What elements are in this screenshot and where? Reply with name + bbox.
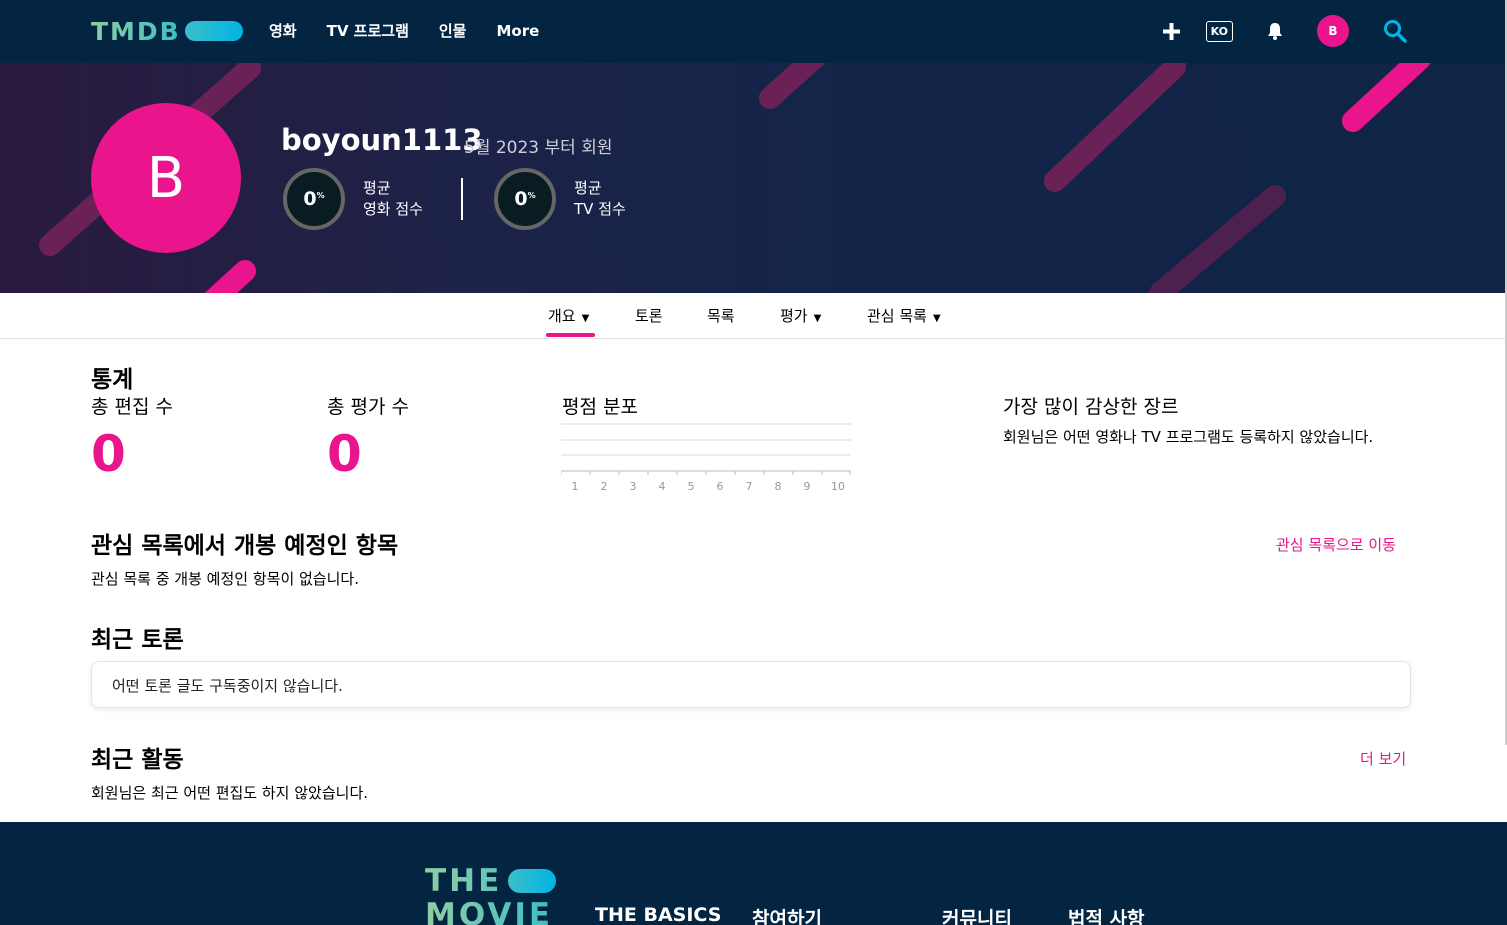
tab-lists-label: 목록 xyxy=(707,307,735,325)
profile-username: boyoun1113 xyxy=(281,123,483,157)
top-navbar: TMDB 영화 TV 프로그램 인물 More KO B xyxy=(0,0,1507,63)
profile-avatar[interactable]: B xyxy=(91,103,241,253)
tab-discussions[interactable]: 토론 xyxy=(635,305,663,326)
top-genres-empty-text: 회원님은 어떤 영화나 TV 프로그램도 등록하지 않았습니다. xyxy=(1003,428,1374,446)
rating-distribution-title: 평점 분포 xyxy=(562,396,638,418)
footer-heading-basics: THE BASICS xyxy=(595,904,722,925)
go-to-watchlist-link[interactable]: 관심 목록으로 이동 xyxy=(1276,534,1396,555)
movie-score-label: 평균 영화 점수 xyxy=(363,178,423,220)
search-icon[interactable] xyxy=(1383,19,1407,43)
tmdb-logo[interactable]: TMDB xyxy=(91,16,243,46)
movie-score-unit: % xyxy=(316,190,325,200)
active-tab-indicator xyxy=(546,333,595,337)
movie-score-circle: 0% xyxy=(283,168,345,230)
tv-score-block: 0% 평균 TV 점수 xyxy=(494,168,626,230)
tv-score-label-line2: TV 점수 xyxy=(574,200,626,218)
recent-discussions-title: 최근 토론 xyxy=(91,627,184,653)
nav-link-tv[interactable]: TV 프로그램 xyxy=(327,20,409,42)
footer-heading-legal: 법적 사항 xyxy=(1068,908,1145,925)
upcoming-title: 관심 목록에서 개봉 예정인 항목 xyxy=(91,533,399,559)
tab-overview[interactable]: 개요 ▼ xyxy=(548,305,589,326)
footer-logo-line2: MOVIE xyxy=(425,897,554,925)
chart-tick-label: 1 xyxy=(572,480,579,493)
nav-links: 영화 TV 프로그램 인물 More xyxy=(269,20,569,42)
discussions-box: 어떤 토론 글도 구독중이지 않습니다. xyxy=(91,661,1411,708)
footer-logo-pill xyxy=(508,869,557,893)
language-button[interactable]: KO xyxy=(1205,20,1233,42)
discussions-empty-text: 어떤 토론 글도 구독중이지 않습니다. xyxy=(112,677,343,695)
stats-title: 통계 xyxy=(91,367,134,393)
chart-tick-label: 6 xyxy=(717,480,724,493)
total-ratings-label: 총 평가 수 xyxy=(327,396,409,418)
movie-score-block: 0% 평균 영화 점수 xyxy=(283,168,423,230)
chart-tick-label: 3 xyxy=(630,480,637,493)
tv-score-label-line1: 평균 xyxy=(574,179,602,197)
nav-link-more[interactable]: More xyxy=(496,20,539,42)
top-genres-title: 가장 많이 감상한 장르 xyxy=(1003,396,1179,418)
movie-score-value: 0 xyxy=(303,188,317,210)
movie-score-label-line2: 영화 점수 xyxy=(363,200,423,218)
profile-tabs: 개요 ▼ 토론 목록 평가 ▼ 관심 목록 ▼ xyxy=(0,293,1507,339)
nav-link-people[interactable]: 인물 xyxy=(439,20,467,42)
plus-icon[interactable] xyxy=(1162,22,1180,40)
chart-tick-label: 4 xyxy=(659,480,666,493)
chart-tick-label: 8 xyxy=(775,480,782,493)
tab-overview-label: 개요 xyxy=(548,307,576,325)
chevron-down-icon: ▼ xyxy=(581,313,590,324)
tab-ratings-label: 평가 xyxy=(780,307,808,325)
nav-right: KO B xyxy=(1123,15,1407,47)
logo-text: TMDB xyxy=(91,16,181,46)
tv-score-value: 0 xyxy=(514,188,528,210)
score-divider xyxy=(461,178,463,220)
chevron-down-icon: ▼ xyxy=(932,313,941,324)
footer-heading-get-involved: 참여하기 xyxy=(752,908,822,925)
chart-tick-label: 9 xyxy=(804,480,811,493)
tab-watchlist-label: 관심 목록 xyxy=(867,307,927,325)
total-ratings-value: 0 xyxy=(327,425,362,483)
tab-watchlist[interactable]: 관심 목록 ▼ xyxy=(867,305,941,326)
user-avatar[interactable]: B xyxy=(1317,15,1349,47)
tab-lists[interactable]: 목록 xyxy=(707,305,735,326)
logo-pill-shape xyxy=(184,21,243,41)
chart-tick-label: 5 xyxy=(688,480,695,493)
movie-score-label-line1: 평균 xyxy=(363,179,391,197)
nav-link-movies[interactable]: 영화 xyxy=(269,20,297,42)
recent-activity-title: 최근 활동 xyxy=(91,747,184,773)
chart-tick-label: 10 xyxy=(831,480,845,493)
member-since: 5월 2023 부터 회원 xyxy=(464,138,613,158)
tab-ratings[interactable]: 평가 ▼ xyxy=(780,305,821,326)
footer-logo-line1: THE xyxy=(425,863,503,899)
upcoming-empty-text: 관심 목록 중 개봉 예정인 항목이 없습니다. xyxy=(91,570,359,588)
chart-tick-label: 2 xyxy=(601,480,608,493)
tv-score-unit: % xyxy=(527,190,536,200)
total-edits-label: 총 편집 수 xyxy=(91,396,173,418)
tab-discussions-label: 토론 xyxy=(635,307,663,325)
chevron-down-icon: ▼ xyxy=(813,313,822,324)
footer-logo[interactable]: THE MOVIE xyxy=(425,863,557,925)
chart-tick-label: 7 xyxy=(746,480,753,493)
activity-empty-text: 회원님은 최근 어떤 편집도 하지 않았습니다. xyxy=(91,784,369,802)
footer: THE MOVIE THE BASICS 참여하기 커뮤니티 법적 사항 xyxy=(0,822,1507,925)
tv-score-circle: 0% xyxy=(494,168,556,230)
footer-heading-community: 커뮤니티 xyxy=(942,908,1012,925)
bell-icon[interactable] xyxy=(1267,22,1283,40)
profile-header: B boyoun1113 5월 2023 부터 회원 0% 평균 영화 점수 0… xyxy=(0,63,1507,293)
see-more-link[interactable]: 더 보기 xyxy=(1360,748,1406,769)
total-edits-value: 0 xyxy=(91,425,126,483)
tv-score-label: 평균 TV 점수 xyxy=(574,178,626,220)
rating-distribution-chart: 1 2 3 4 5 6 7 8 9 10 xyxy=(561,423,851,493)
